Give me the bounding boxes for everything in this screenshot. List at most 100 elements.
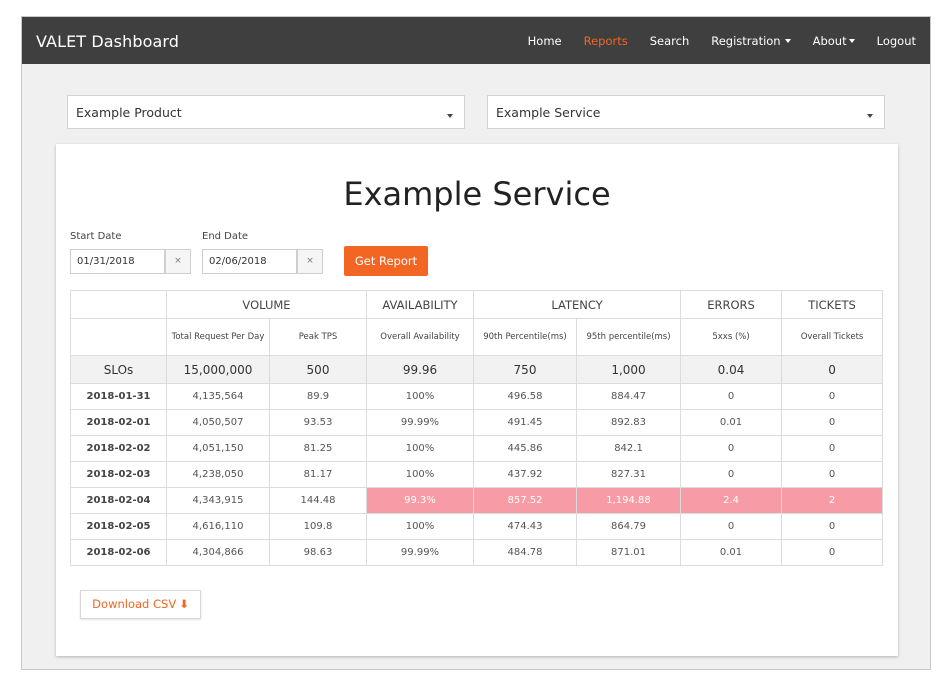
table-cell: 0 [781,435,884,462]
table-cell: 474.43 [473,513,577,540]
subheader-5xx: 5xxs (%) [680,318,783,356]
table-row: 2018-02-06 4,304,866 98.63 99.99% 484.78… [70,539,884,566]
table-row: 2018-02-03 4,238,050 81.17 100% 437.92 8… [70,461,884,488]
table-cell: 99.96 [366,355,474,384]
subheader-total-requests: Total Request Per Day [166,318,270,356]
get-report-button[interactable]: Get Report [344,246,428,276]
table-cell: 0 [680,461,783,488]
nav-search-label: Search [649,33,690,48]
table-cell: 100% [366,383,474,410]
table-cell: 0 [680,383,783,410]
table-cell: 89.9 [269,383,367,410]
arrow-down-icon: ⬇ [179,597,189,611]
nav-home-label: Home [527,33,562,48]
table-cell: 484.78 [473,539,577,566]
table-cell: 491.45 [473,409,577,436]
table-row: 2018-02-02 4,051,150 81.25 100% 445.86 8… [70,435,884,462]
start-date-input[interactable]: 01/31/2018 [70,249,165,274]
nav-logout-label: Logout [876,33,916,48]
caret-down-icon [867,114,873,118]
product-select-value: Example Product [76,105,182,120]
table-cell: 4,050,507 [166,409,270,436]
nav-reports-label: Reports [583,33,628,48]
table-cell: 0 [781,409,884,436]
table-cell: 4,304,866 [166,539,270,566]
table-cell: 0 [781,383,884,410]
table-cell: 445.86 [473,435,577,462]
table-cell: 15,000,000 [166,355,270,384]
table-cell: 0 [680,513,783,540]
group-availability: AVAILABILITY [366,290,474,319]
table-cell: 750 [473,355,577,384]
table-cell: 500 [269,355,367,384]
nav-about-label: About [812,33,847,48]
nav-registration-label: Registration [711,33,781,48]
end-date-label: End Date [202,231,249,242]
table-cell: 93.53 [269,409,367,436]
download-csv-button[interactable]: Download CSV ⬇ [80,590,201,619]
end-date-input[interactable]: 02/06/2018 [202,249,297,274]
table-cell: 0 [781,539,884,566]
table-cell: 4,135,564 [166,383,270,410]
row-date: 2018-02-01 [70,409,167,436]
subheader-p95: 95th percentile(ms) [575,318,682,356]
nav-registration[interactable]: Registration [711,33,791,48]
corner-cell [70,290,167,319]
start-date-label: Start Date [70,231,122,242]
table-cell: 4,343,915 [166,487,270,514]
table-row: 2018-02-01 4,050,507 93.53 99.99% 491.45… [70,409,884,436]
table-cell: 0.01 [680,409,783,436]
caret-down-icon [447,114,453,118]
nav-logout[interactable]: Logout [877,34,916,48]
nav-search[interactable]: Search [650,34,690,48]
table-cell: 827.31 [575,461,682,488]
table-cell: 842.1 [575,435,682,462]
table-cell: 99.99% [366,539,474,566]
nav-home[interactable]: Home [528,34,562,48]
caret-down-icon [848,39,855,43]
table-cell-breach: 2 [781,487,884,514]
table-cell: 4,051,150 [166,435,270,462]
end-date-clear-icon[interactable]: × [297,249,323,274]
table-group-header: VOLUME AVAILABILITY LATENCY ERRORS TICKE… [70,290,884,319]
start-date-clear-icon[interactable]: × [165,249,191,274]
subheader-p90: 90th Percentile(ms) [473,318,577,356]
table-cell: 109.8 [269,513,367,540]
table-cell: 81.17 [269,461,367,488]
slo-label: SLOs [70,355,167,384]
nav-reports[interactable]: Reports [584,34,628,48]
table-cell-breach: 2.4 [680,487,783,514]
table-cell-breach: 857.52 [473,487,577,514]
row-date: 2018-02-06 [70,539,167,566]
brand-title[interactable]: VALET Dashboard [36,32,179,51]
corner-cell [70,318,167,356]
table-cell: 1,000 [575,355,682,384]
nav-menu: Home Reports Search Registration About L… [506,17,916,64]
table-cell: 0.01 [680,539,783,566]
table-cell: 871.01 [575,539,682,566]
group-tickets: TICKETS [781,290,884,319]
table-cell: 100% [366,513,474,540]
service-select[interactable]: Example Service [487,95,885,129]
app-window: VALET Dashboard Home Reports Search Regi… [21,16,931,670]
table-row-alert: 2018-02-04 4,343,915 144.48 99.3% 857.52… [70,487,884,514]
table-cell: 81.25 [269,435,367,462]
table-row: 2018-02-05 4,616,110 109.8 100% 474.43 8… [70,513,884,540]
table-cell: 0.04 [680,355,783,384]
subheader-tickets: Overall Tickets [781,318,884,356]
product-select[interactable]: Example Product [67,95,465,129]
table-cell: 437.92 [473,461,577,488]
table-cell: 4,238,050 [166,461,270,488]
row-date: 2018-02-03 [70,461,167,488]
report-title: Example Service [343,175,611,213]
table-cell: 100% [366,435,474,462]
nav-about[interactable]: About [813,34,855,48]
group-latency: LATENCY [472,290,682,319]
table-cell: 884.47 [575,383,682,410]
row-date: 2018-02-05 [70,513,167,540]
navbar: VALET Dashboard Home Reports Search Regi… [22,17,930,64]
table-cell-breach: 99.3% [366,487,474,514]
group-volume: VOLUME [166,290,367,319]
table-cell: 892.83 [575,409,682,436]
table-cell: 0 [781,355,884,384]
